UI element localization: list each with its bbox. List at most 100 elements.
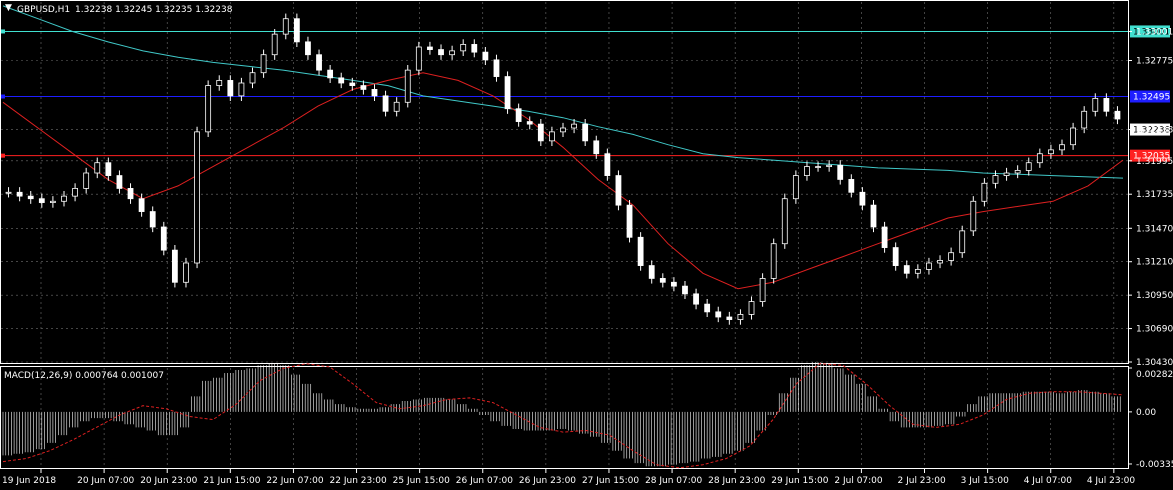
- candle-body: [670, 281, 677, 287]
- candle-body: [815, 166, 821, 168]
- ohlc-readout: 1.32238 1.32245 1.32235 1.32238: [75, 5, 233, 15]
- time-tick-label: 19 Jun 2018: [2, 476, 56, 486]
- price-tick-label: 1.32775: [1136, 57, 1173, 67]
- candle-body: [327, 69, 334, 79]
- time-axis: 19 Jun 2018 20 Jun 07:00 20 Jun 23:00 21 Ju…: [2, 468, 1135, 486]
- candle-body: [183, 262, 189, 283]
- candle-body: [205, 85, 212, 133]
- macd-pane-frame: [0, 366, 1129, 469]
- price-tick-label: 1.30690: [1136, 325, 1173, 335]
- macd-tick-label: 0.00: [1136, 408, 1156, 418]
- candle-body: [116, 175, 123, 189]
- candle-body: [693, 293, 699, 305]
- candle-body: [659, 278, 666, 283]
- candle-body: [149, 211, 156, 228]
- price-tick-label: 1.33001: [1136, 27, 1173, 37]
- candle-body: [1070, 127, 1076, 146]
- candle-body: [160, 226, 167, 251]
- candle-body: [127, 188, 134, 200]
- candle-body: [1036, 153, 1043, 164]
- candle-body: [537, 123, 544, 142]
- candle-body: [593, 140, 600, 155]
- chart-canvas[interactable]: 1.330011.324951.320351.32238 1.330011.32…: [0, 0, 1173, 490]
- candle-body: [870, 204, 877, 228]
- candle-body: [238, 82, 245, 97]
- candle-body: [16, 191, 23, 197]
- candle-body: [316, 54, 322, 71]
- candle-body: [826, 164, 833, 167]
- candle-body: [981, 182, 988, 202]
- candle-body: [282, 18, 289, 35]
- candle-body: [881, 226, 888, 248]
- candle-body: [1025, 162, 1032, 171]
- price-tick-label: 1.31470: [1136, 224, 1173, 234]
- candle-body: [504, 76, 511, 110]
- price-axis: 1.33001 1.32775 1.32238 1.31995 1.31735 1.314…: [1128, 27, 1173, 368]
- candle-body: [770, 243, 777, 279]
- hline-handle: [1, 153, 5, 158]
- candle-body: [948, 252, 955, 261]
- price-tick-label: 1.30430: [1136, 358, 1173, 368]
- candle-body: [1048, 149, 1054, 155]
- candle-body: [914, 269, 921, 274]
- ma-line-fast-ma: [2, 72, 1124, 290]
- chart-title: GBPUSD,H1: [17, 5, 70, 15]
- time-tick-label: 28 Jun 23:00: [708, 476, 765, 486]
- candle-body: [781, 198, 788, 245]
- price-tick-label: 1.32238: [1136, 126, 1173, 136]
- candle-body: [526, 121, 533, 125]
- price-tick-label: 1.31735: [1136, 190, 1173, 200]
- candle-body: [970, 200, 977, 232]
- macd-series: [2, 362, 1124, 469]
- candle-body: [748, 301, 755, 315]
- candle-body: [1092, 98, 1099, 112]
- time-tick-label: 28 Jun 07:00: [645, 476, 702, 486]
- candle-body: [615, 175, 622, 206]
- candle-body: [1059, 144, 1065, 151]
- candle-body: [848, 179, 855, 193]
- candle-body: [726, 316, 733, 320]
- candle-body: [171, 249, 178, 283]
- candle-body: [271, 33, 278, 56]
- candle-body: [571, 123, 577, 129]
- macd-tick-label: 0.002826: [1136, 370, 1173, 380]
- candle-body: [493, 59, 500, 77]
- candle-body: [648, 265, 655, 279]
- time-tick-label: 3 Jul 15:00: [961, 476, 1010, 486]
- candle-body: [604, 153, 611, 176]
- time-tick-label: 22 Jun 07:00: [266, 476, 323, 486]
- chart-window[interactable]: 1.33001 1.32495 1.32035 1.32238 1.33001 1.32…: [0, 0, 1173, 490]
- time-tick-label: 26 Jun 07:00: [456, 476, 513, 486]
- candle-body: [449, 50, 456, 56]
- candle-body: [382, 95, 389, 112]
- candle-body: [438, 49, 444, 56]
- candle-body: [50, 200, 56, 203]
- candle-body: [704, 303, 711, 313]
- candle-body: [792, 175, 799, 200]
- candle-body: [38, 198, 45, 203]
- candle-body: [305, 41, 311, 56]
- candle-body: [293, 18, 300, 43]
- candle-body: [249, 72, 256, 84]
- time-tick-label: 29 Jun 15:00: [771, 476, 828, 486]
- candle-body: [260, 54, 267, 74]
- time-tick-label: 20 Jun 23:00: [140, 476, 197, 486]
- moving-averages: [2, 5, 1124, 290]
- candle-body: [227, 80, 234, 97]
- symbol-menu-icon[interactable]: ▼: [5, 3, 12, 13]
- time-tick-label: 21 Jun 15:00: [203, 476, 260, 486]
- hline-price-label: 1.32495: [1133, 93, 1170, 103]
- candle-body: [404, 69, 411, 103]
- candle-body: [5, 191, 12, 194]
- candle-body: [360, 85, 367, 90]
- candle-body: [94, 162, 101, 174]
- candle-body: [926, 262, 932, 270]
- candle-body: [1003, 172, 1010, 176]
- hline-handle: [1, 29, 5, 34]
- candle-body: [549, 131, 555, 142]
- candle-body: [427, 46, 433, 50]
- candle-body: [682, 285, 688, 295]
- candle-body: [626, 204, 633, 238]
- candle-body: [959, 230, 966, 254]
- macd-title: MACD(12,26,9) 0.000764 0.001007: [4, 371, 164, 381]
